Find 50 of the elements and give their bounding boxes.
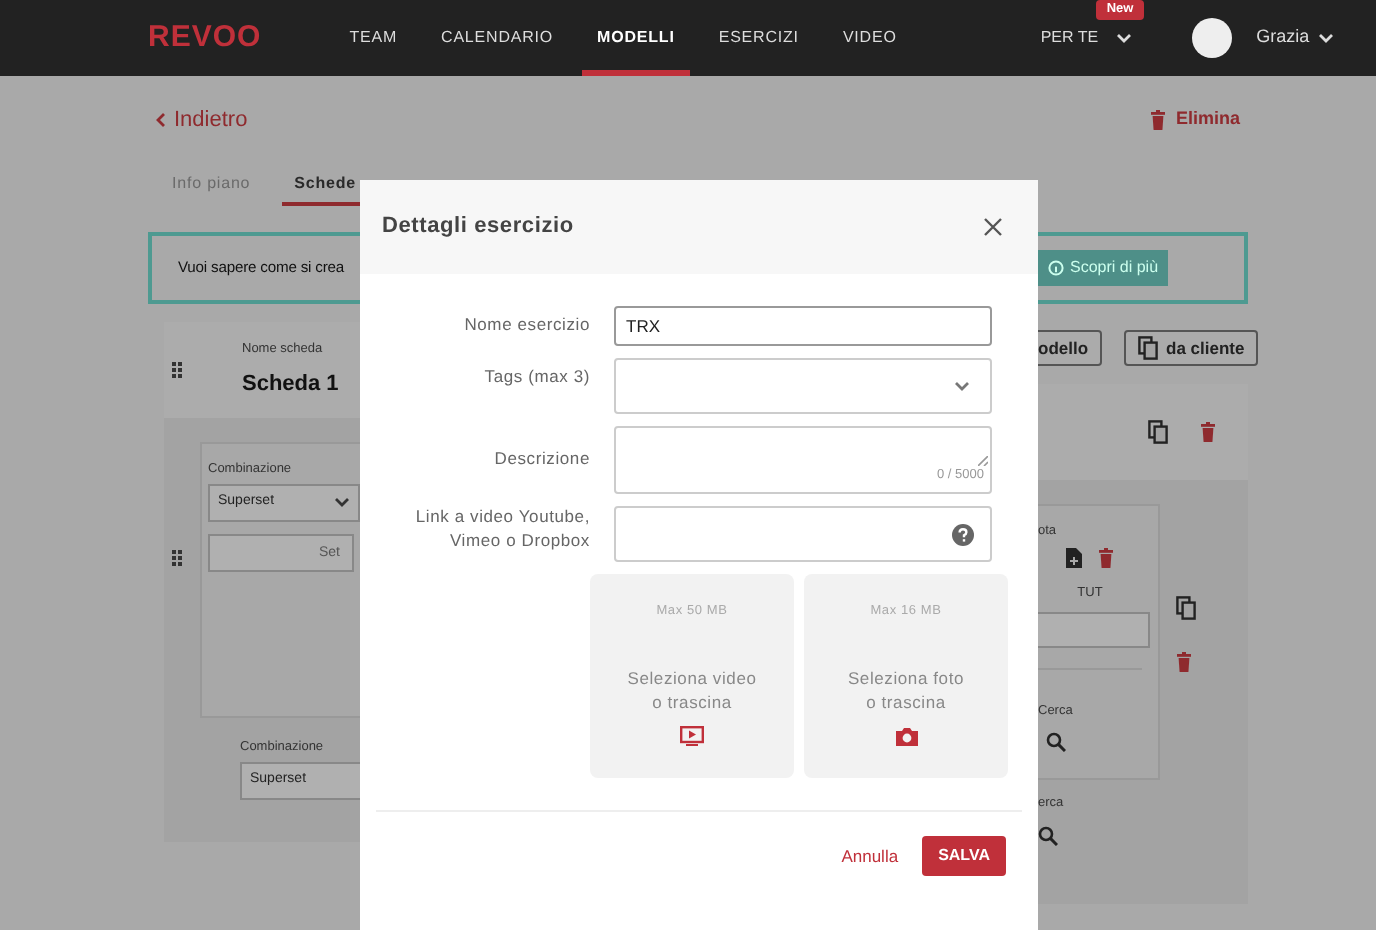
tut-field[interactable] — [1038, 611, 1150, 647]
resize-handle-icon — [978, 456, 988, 466]
nav-link[interactable]: ESERCIZI — [702, 0, 815, 76]
upload-hint: Seleziona foto o trascina — [847, 665, 965, 715]
info-icon — [1048, 260, 1064, 276]
dialog-title: Dettagli esercizio — [382, 212, 574, 243]
search-icon[interactable] — [1038, 825, 1058, 846]
back-link[interactable]: Indietro — [156, 103, 248, 137]
trash-icon — [1098, 547, 1114, 568]
copy-icon — [1176, 596, 1196, 620]
logo: REVOO — [148, 17, 262, 58]
search-icon[interactable] — [1046, 732, 1066, 753]
upload-hint: Seleziona video o trascina — [627, 665, 757, 715]
trash-icon — [1176, 652, 1192, 672]
field-label: Descrizione — [492, 446, 590, 471]
field-label: Link a video Youtube, Vimeo o Dropbox — [413, 504, 590, 554]
field-label: Nome esercizio — [462, 312, 590, 337]
action-button[interactable]: odello — [1038, 330, 1103, 366]
close-button[interactable] — [984, 218, 1002, 236]
trash-icon — [1200, 422, 1216, 442]
nav-link[interactable]: CALENDARIO — [425, 0, 570, 76]
chevron-down-icon — [1317, 32, 1334, 44]
help-icon[interactable] — [952, 523, 974, 545]
chevron-down-icon — [954, 380, 970, 392]
copy-icon — [1138, 336, 1159, 360]
link-field[interactable] — [614, 506, 992, 562]
avatar[interactable] — [1192, 18, 1233, 58]
text-field[interactable]: TRX — [616, 308, 990, 344]
file-plus-icon[interactable] — [1066, 547, 1082, 568]
nav-link[interactable]: MODELLI — [581, 0, 691, 76]
card-title: Scheda 1 — [242, 369, 339, 400]
action-button[interactable]: da cliente — [1124, 330, 1259, 366]
field-label: Tags (max 3) — [482, 364, 590, 389]
delete-link[interactable]: Elimina — [1149, 106, 1240, 134]
menu-link[interactable]: PER TE — [1040, 26, 1099, 50]
chevron-down-icon — [1116, 32, 1133, 44]
video-icon — [680, 726, 704, 747]
chevron-left-icon — [156, 112, 166, 128]
cancel-link[interactable]: Annulla — [841, 843, 899, 869]
close-icon — [984, 218, 1002, 236]
save-button[interactable]: SALVA — [922, 836, 1006, 876]
drag-handle-icon[interactable] — [172, 362, 182, 378]
trash-icon — [1149, 110, 1166, 130]
chevron-down-icon — [334, 496, 350, 509]
user-name[interactable]: Grazia — [1256, 24, 1310, 52]
nav-link[interactable]: VIDEO — [826, 0, 913, 76]
copy-icon — [1148, 420, 1168, 444]
nav-link[interactable]: TEAM — [333, 0, 414, 76]
drag-handle-icon[interactable] — [172, 550, 182, 566]
camera-icon — [895, 726, 917, 747]
